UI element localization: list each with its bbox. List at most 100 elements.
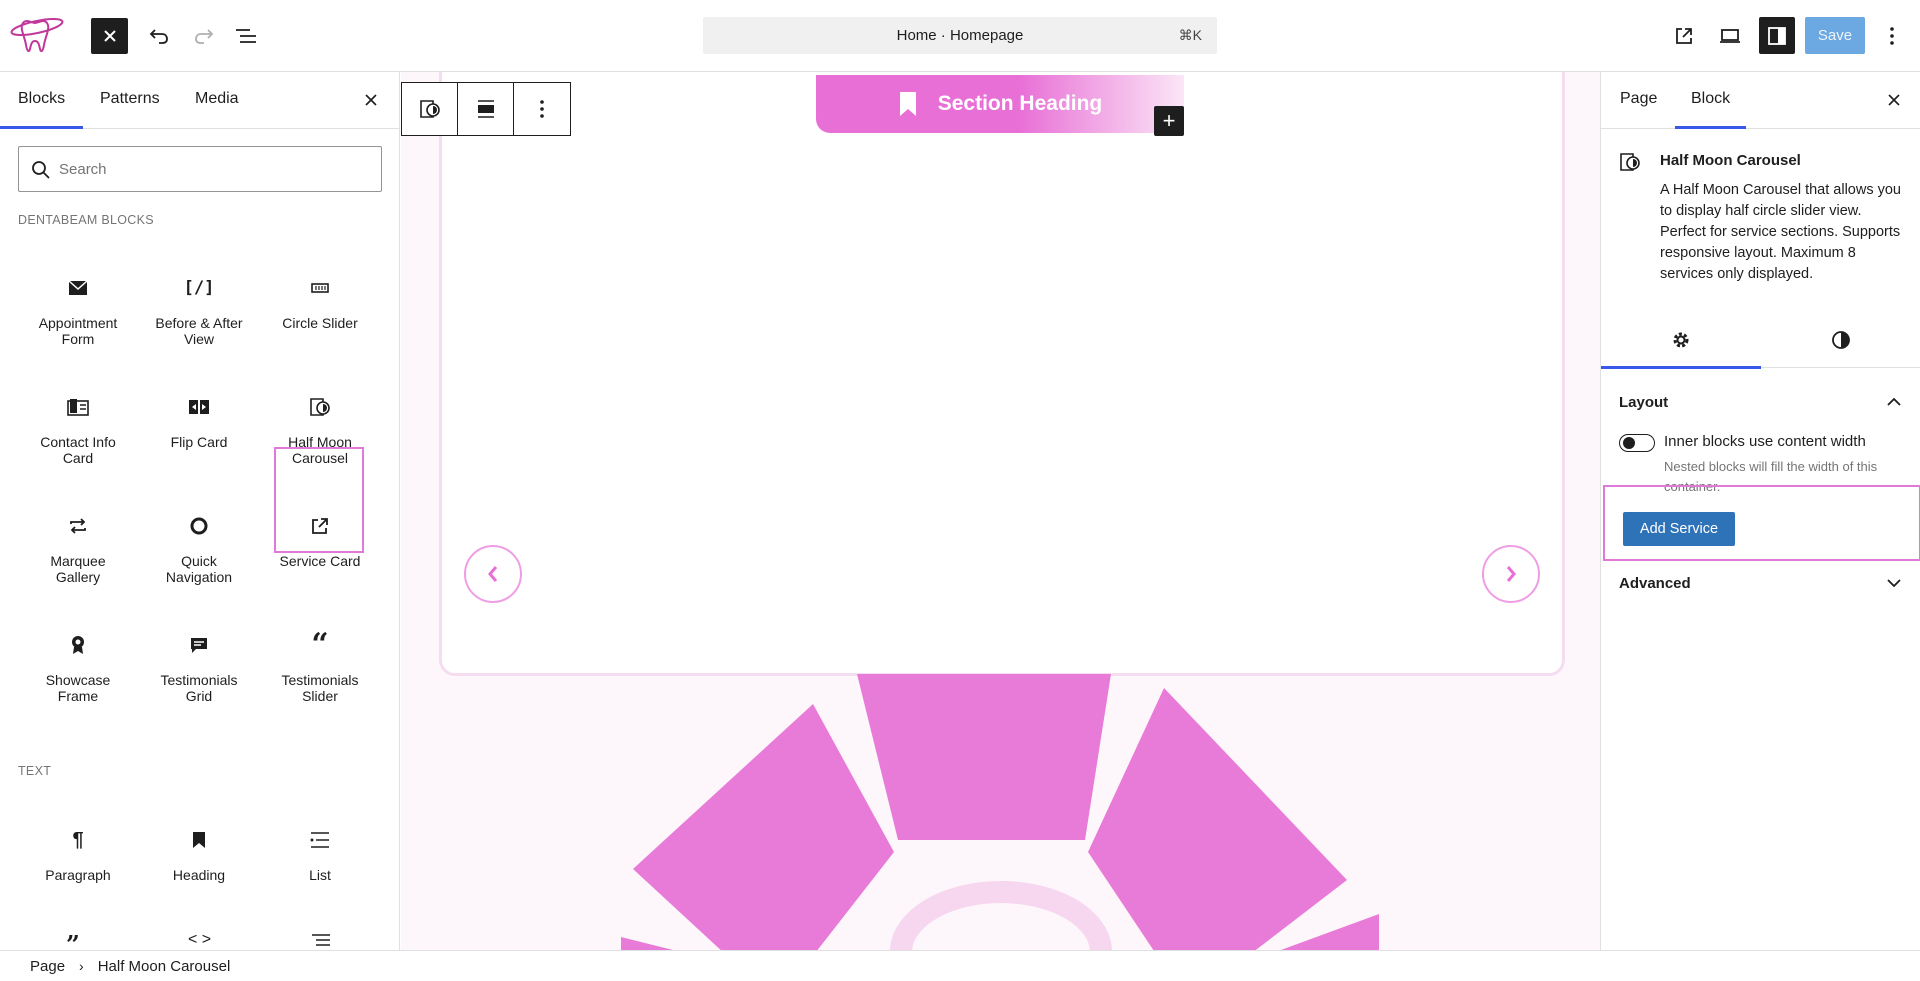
tab-settings[interactable]	[1601, 312, 1761, 369]
half-moon-icon	[1620, 153, 1640, 171]
chevron-up-icon[interactable]	[1882, 390, 1906, 414]
tab-patterns[interactable]: Patterns	[100, 90, 160, 108]
settings-style-tabs	[1601, 312, 1920, 369]
close-settings-button[interactable]	[1882, 88, 1906, 112]
add-service-button[interactable]: Add Service	[1623, 512, 1735, 546]
chevron-down-icon[interactable]	[1882, 571, 1906, 595]
contrast-icon	[1832, 331, 1850, 349]
carousel-prev-button[interactable]	[464, 545, 522, 603]
block-testimonials-slider[interactable]: “ Testimonials Slider	[270, 627, 370, 705]
block-half-moon-carousel[interactable]: Half Moon Carousel	[270, 394, 370, 466]
block-label: Half Moon Carousel	[288, 434, 352, 466]
tab-media[interactable]: Media	[195, 90, 239, 108]
view-site-button[interactable]	[1666, 18, 1702, 54]
tab-page[interactable]: Page	[1620, 90, 1657, 108]
close-icon	[1888, 94, 1900, 106]
quote-block-icon[interactable]: ”	[66, 930, 80, 950]
editor-header: Home · Homepage ⌘K Save	[0, 0, 1920, 72]
settings-tabs: Page Block	[1601, 72, 1920, 129]
block-before-after-view[interactable]: [/] Before & After View	[149, 275, 249, 347]
more-vertical-icon	[1890, 27, 1894, 45]
close-inserter-button[interactable]	[359, 88, 383, 112]
half-moon-segments-graphic	[621, 674, 1379, 950]
half-moon-icon	[419, 100, 440, 118]
award-icon	[65, 632, 91, 658]
tab-styles[interactable]	[1761, 312, 1920, 368]
block-type-button[interactable]	[402, 83, 458, 135]
quote-icon: “	[311, 627, 329, 662]
block-list[interactable]: List	[270, 827, 370, 883]
block-options-button[interactable]	[514, 83, 570, 135]
block-contact-info-card[interactable]: Contact Info Card	[28, 394, 128, 466]
add-block-button[interactable]: +	[1154, 106, 1184, 136]
command-palette-button[interactable]: Home · Homepage ⌘K	[703, 17, 1217, 54]
block-title: Half Moon Carousel	[1660, 152, 1801, 169]
block-service-card[interactable]: Service Card	[270, 513, 370, 569]
options-button[interactable]	[1874, 18, 1910, 54]
editor-canvas[interactable]: Section Heading +	[401, 72, 1600, 950]
category-dentabeam: DENTABEAM BLOCKS	[18, 213, 154, 227]
block-marquee-gallery[interactable]: Marquee Gallery	[28, 513, 128, 585]
block-quick-navigation[interactable]: Quick Navigation	[149, 513, 249, 585]
advanced-panel-title[interactable]: Advanced	[1619, 575, 1691, 592]
device-preview-button[interactable]	[1712, 18, 1748, 54]
block-paragraph[interactable]: ¶ Paragraph	[28, 827, 128, 884]
paragraph-icon: ¶	[72, 828, 84, 851]
circle-icon	[186, 513, 212, 539]
block-label: Testimonials Slider	[281, 672, 359, 704]
block-label: Service Card	[279, 553, 361, 569]
undo-button[interactable]	[141, 18, 177, 54]
section-heading-text: Section Heading	[937, 92, 1103, 115]
close-editor-button[interactable]	[91, 18, 128, 54]
bookmark-icon	[899, 92, 916, 116]
mail-icon	[65, 275, 91, 301]
tab-blocks[interactable]: Blocks	[0, 90, 84, 129]
breadcrumb-current-block[interactable]: Half Moon Carousel	[98, 958, 231, 975]
gear-icon	[1673, 332, 1689, 348]
block-inserter-panel: Blocks Patterns Media Search DENTABEAM B…	[0, 72, 400, 950]
list-view-icon	[236, 29, 256, 43]
block-circle-slider[interactable]: Circle Slider	[270, 275, 370, 331]
block-label: Marquee Gallery	[50, 553, 106, 585]
settings-sidebar-toggle[interactable]	[1759, 17, 1795, 54]
half-moon-icon	[307, 394, 333, 420]
breadcrumb: Page › Half Moon Carousel	[0, 950, 1920, 981]
half-moon-carousel-block[interactable]	[439, 72, 1565, 676]
shortcode-icon: [/]	[183, 278, 215, 298]
block-flip-card[interactable]: Flip Card	[149, 394, 249, 450]
toggle-label: Inner blocks use content width	[1664, 433, 1866, 450]
align-button[interactable]	[458, 83, 514, 135]
carousel-next-button[interactable]	[1482, 545, 1540, 603]
block-label: Before & After View	[155, 315, 243, 347]
breadcrumb-page[interactable]: Page	[30, 958, 65, 975]
block-label: Paragraph	[45, 867, 111, 883]
close-icon	[103, 30, 116, 42]
block-search-input[interactable]: Search	[18, 146, 382, 192]
block-label: List	[309, 867, 331, 883]
layout-panel-title[interactable]: Layout	[1619, 394, 1668, 411]
inserter-tabs: Blocks Patterns Media	[0, 72, 399, 129]
content-width-toggle[interactable]	[1619, 434, 1655, 452]
desktop-icon	[1720, 29, 1740, 43]
repeat-icon	[65, 513, 91, 539]
redo-button[interactable]	[186, 18, 222, 54]
tab-block[interactable]: Block	[1674, 90, 1747, 129]
save-button[interactable]: Save	[1805, 17, 1865, 54]
block-showcase-frame[interactable]: Showcase Frame	[28, 632, 128, 704]
block-heading[interactable]: Heading	[149, 827, 249, 883]
block-label: Circle Slider	[282, 315, 358, 331]
site-logo-icon[interactable]	[8, 12, 66, 58]
document-overview-button[interactable]	[228, 18, 264, 54]
sidebar-icon	[1768, 26, 1786, 45]
details-icon[interactable]	[311, 933, 331, 947]
align-icon	[477, 100, 494, 118]
shortcut-hint: ⌘K	[1178, 27, 1202, 43]
code-icon[interactable]: < >	[188, 931, 211, 949]
block-appointment-form[interactable]: Appointment Form	[28, 275, 128, 347]
block-testimonials-grid[interactable]: Testimonials Grid	[149, 632, 249, 704]
bookmark-icon	[186, 827, 212, 853]
contact-card-icon	[65, 394, 91, 420]
toggle-knob	[1623, 437, 1635, 449]
undo-icon	[149, 29, 168, 44]
section-heading-block[interactable]: Section Heading	[816, 75, 1184, 133]
